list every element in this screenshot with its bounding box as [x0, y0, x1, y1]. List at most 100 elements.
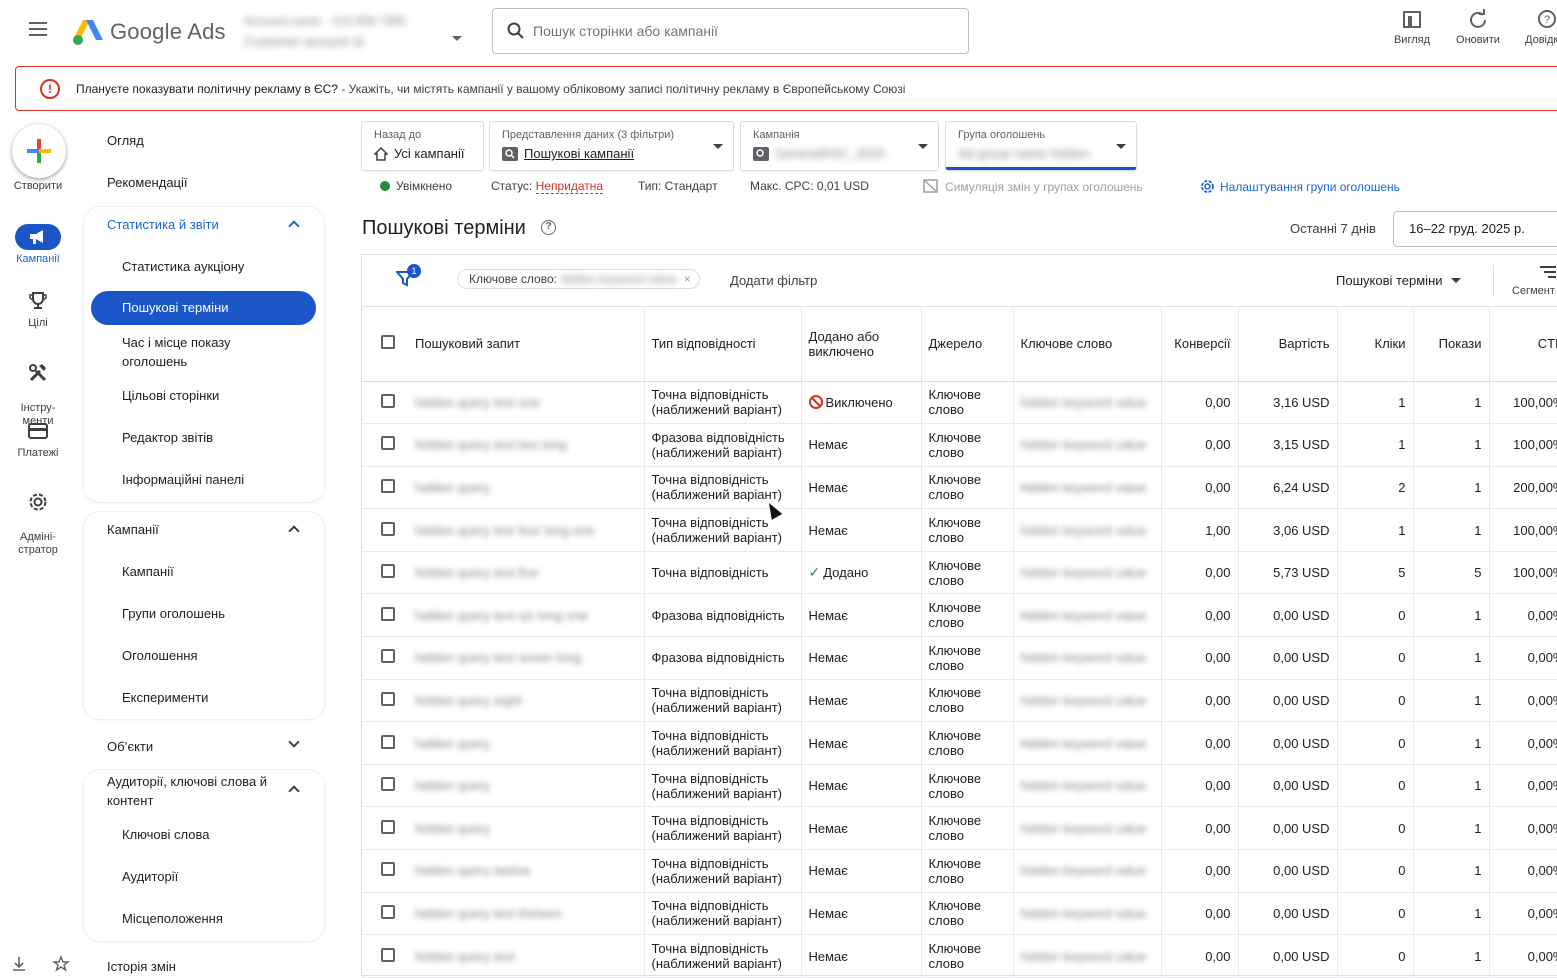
search-query[interactable]: hidden query text four long one — [415, 523, 594, 538]
col-source[interactable]: Джерело — [921, 307, 1014, 382]
create-button[interactable] — [12, 124, 66, 178]
table-row[interactable]: hidden query Точна відповідність (наближе… — [362, 466, 1557, 510]
close-icon[interactable]: × — [684, 272, 691, 286]
search-query[interactable]: hidden query text five — [415, 565, 539, 580]
keyword-filter-chip[interactable]: Ключове слово: hidden keyword value × — [457, 269, 700, 289]
table-row[interactable]: hidden query text seven long Фразова відп… — [362, 636, 1557, 680]
search-query[interactable]: hidden query twelve — [415, 863, 531, 878]
rail-item-tools[interactable]: Інстру- менти — [0, 347, 76, 428]
table-row[interactable]: hidden query Точна відповідність (наближе… — [362, 764, 1557, 808]
views-dropdown[interactable]: Пошукові терміни — [1336, 273, 1461, 288]
row-checkbox[interactable] — [381, 947, 395, 962]
col-ctr[interactable]: CTR — [1489, 307, 1557, 382]
col-cost[interactable]: Вартість — [1238, 307, 1338, 382]
table-row[interactable]: hidden query text four long one Точна від… — [362, 508, 1557, 552]
row-checkbox[interactable] — [381, 564, 395, 579]
search-query[interactable]: hidden query text — [415, 949, 515, 964]
nav-when-where[interactable]: Час і місце показу оголошень — [122, 333, 292, 371]
search-query[interactable]: hidden query — [415, 778, 490, 793]
col-clicks[interactable]: Кліки — [1337, 307, 1414, 382]
nav-audiences[interactable]: Аудиторії — [122, 867, 178, 886]
ad-group-settings-button[interactable]: Налаштування групи оголошень — [1200, 179, 1400, 194]
nav-group-audiences-title[interactable]: Аудиторії, ключові слова й контент — [107, 772, 287, 810]
rail-item-billing[interactable]: Платежі — [0, 418, 76, 460]
add-filter-button[interactable]: Додати фільтр — [730, 273, 817, 288]
row-checkbox[interactable] — [381, 904, 395, 919]
search-query[interactable]: hidden query text seven long — [415, 650, 581, 665]
search-query[interactable]: hidden query — [415, 480, 490, 495]
select-all-checkbox[interactable] — [381, 335, 395, 350]
col-match-type[interactable]: Тип відповідності — [644, 307, 802, 382]
nav-objects[interactable]: Об’єкти — [107, 739, 153, 754]
political-ads-banner[interactable]: ! Плануєте показувати політичну рекламу … — [15, 66, 1557, 111]
row-checkbox[interactable] — [381, 819, 395, 834]
google-ads-logo[interactable]: Google Ads — [72, 16, 226, 48]
search-query[interactable]: hidden query — [415, 736, 490, 751]
nav-ad-groups[interactable]: Групи оголошень — [122, 604, 225, 623]
search-query[interactable]: hidden query text thirteen — [415, 906, 562, 921]
back-to-filter[interactable]: Назад до Усі кампанії — [362, 122, 483, 170]
row-checkbox[interactable] — [381, 393, 395, 408]
main-menu-button[interactable] — [24, 18, 52, 46]
create-label[interactable]: Створити — [0, 180, 76, 193]
nav-recommendations[interactable]: Рекомендації — [107, 175, 188, 190]
row-checkbox[interactable] — [381, 862, 395, 877]
simulation-button[interactable]: Симуляція змін у групах оголошень — [923, 179, 1143, 194]
col-keyword[interactable]: Ключове слово — [1013, 307, 1162, 382]
help-button[interactable]: ? Довідка — [1515, 8, 1557, 46]
campaign-filter[interactable]: Кампанія GeneralRSC_2025 — [741, 122, 938, 170]
help-circle-icon[interactable]: ? — [541, 220, 556, 235]
nav-keywords[interactable]: Ключові слова — [122, 825, 209, 844]
row-checkbox[interactable] — [381, 521, 395, 536]
chevron-down-icon[interactable] — [288, 736, 300, 748]
date-range-picker[interactable]: 16–22 груд. 2025 р. — [1393, 211, 1557, 247]
account-dropdown-icon[interactable] — [452, 36, 462, 41]
nav-overview[interactable]: Огляд — [107, 133, 144, 148]
star-icon[interactable] — [52, 955, 71, 973]
table-row[interactable]: hidden query Точна відповідність (наближе… — [362, 806, 1557, 851]
row-checkbox[interactable] — [381, 734, 395, 749]
col-search-query[interactable]: Пошуковий запит — [408, 307, 645, 382]
row-checkbox[interactable] — [381, 777, 395, 792]
appearance-button[interactable]: Вигляд — [1380, 8, 1444, 46]
search-query[interactable]: hidden query eight — [415, 693, 522, 708]
nav-placements[interactable]: Місцеположення — [122, 909, 223, 928]
table-row[interactable]: hidden query text five Точна відповідніст… — [362, 551, 1557, 595]
search-box[interactable] — [492, 8, 969, 54]
row-checkbox[interactable] — [381, 478, 395, 493]
table-row[interactable]: hidden query Точна відповідність (наближе… — [362, 721, 1557, 765]
nav-group-campaigns-title[interactable]: Кампанії — [107, 522, 159, 537]
rail-item-goals[interactable]: Цілі — [0, 288, 76, 330]
table-row[interactable]: hidden query text six long one Фразова ві… — [362, 593, 1557, 638]
nav-auction-insights[interactable]: Статистика аукціону — [122, 257, 244, 276]
chevron-up-icon[interactable] — [288, 525, 300, 537]
segment-button[interactable]: Сегмент — [1512, 265, 1557, 297]
status-value[interactable]: Непридатна — [535, 179, 604, 194]
data-view-filter[interactable]: Представлення даних (3 фільтри) Пошукові… — [490, 122, 733, 170]
nav-ads[interactable]: Оголошення — [122, 646, 198, 665]
row-checkbox[interactable] — [381, 436, 395, 451]
search-query[interactable]: hidden query text two long — [415, 437, 567, 452]
search-query[interactable]: hidden query text one — [415, 395, 540, 410]
col-impressions[interactable]: Покази — [1413, 307, 1490, 382]
rail-item-admin[interactable]: Адміні- стратор — [0, 476, 76, 557]
ad-group-filter[interactable]: Група оголошень Ad group name hidden — [946, 122, 1136, 170]
nav-experiments[interactable]: Експерименти — [122, 688, 208, 707]
nav-search-terms[interactable]: Пошукові терміни — [91, 291, 316, 325]
table-row[interactable]: hidden query text one Точна відповідність… — [362, 381, 1557, 425]
chevron-up-icon[interactable] — [288, 785, 300, 797]
table-row[interactable]: hidden query text thirteen Точна відповід… — [362, 892, 1557, 936]
nav-campaigns[interactable]: Кампанії — [122, 562, 174, 581]
nav-group-stats-title[interactable]: Статистика й звіти — [107, 217, 219, 232]
col-conversions[interactable]: Конверсії — [1161, 307, 1239, 382]
nav-dashboards[interactable]: Інформаційні панелі — [122, 470, 244, 489]
search-query[interactable]: hidden query — [415, 821, 490, 836]
row-checkbox[interactable] — [381, 649, 395, 664]
account-selector[interactable]: Account name · 123-456-7890 Customer acc… — [244, 14, 444, 50]
refresh-button[interactable]: Оновити — [1446, 8, 1510, 46]
status-enabled[interactable]: Увімкнено — [396, 179, 452, 193]
rail-item-campaigns[interactable]: Кампанії — [0, 224, 76, 266]
nav-report-editor[interactable]: Редактор звітів — [122, 428, 213, 447]
nav-change-history[interactable]: Історія змін — [107, 959, 176, 974]
table-row[interactable]: hidden query text Точна відповідність (на… — [362, 934, 1557, 978]
